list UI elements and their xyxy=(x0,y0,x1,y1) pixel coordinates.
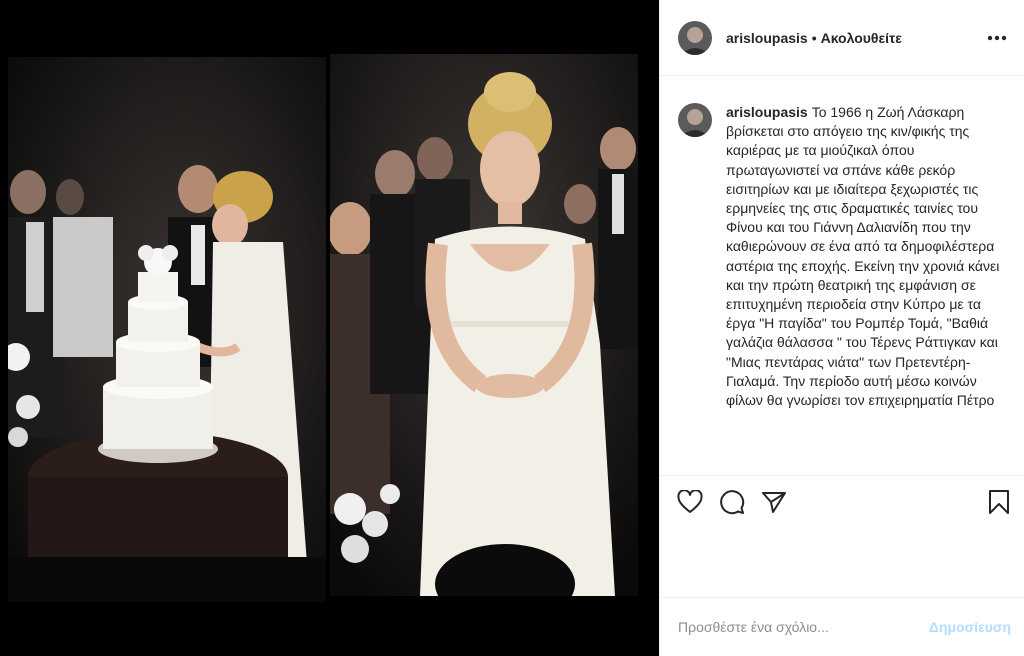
caption-area: arisloupasis Το 1966 η Ζωή Λάσκαρη βρίσκε… xyxy=(660,77,1024,475)
avatar[interactable] xyxy=(678,20,712,55)
bookmark-icon xyxy=(989,490,1009,514)
save-button[interactable] xyxy=(985,488,1013,516)
caption-body: Το 1966 η Ζωή Λάσκαρη βρίσκεται στο απόγ… xyxy=(726,104,1000,409)
photo-cake-cutting xyxy=(8,57,326,602)
avatar-image xyxy=(678,20,712,55)
header-username[interactable]: arisloupasis xyxy=(726,30,808,46)
instagram-post-view: arisloupasis • Ακολουθείτε arisloupasis … xyxy=(0,0,1024,656)
comment-input[interactable] xyxy=(678,619,921,635)
comment-button[interactable] xyxy=(718,488,746,516)
caption-username[interactable]: arisloupasis xyxy=(726,104,808,120)
heart-icon xyxy=(677,490,703,513)
action-bar xyxy=(660,475,1024,597)
header-separator: • xyxy=(811,29,817,46)
more-options-button[interactable] xyxy=(985,26,1009,50)
post-media[interactable] xyxy=(0,0,659,656)
comment-composer: Δημοσίευση xyxy=(660,597,1024,656)
more-horizontal-icon xyxy=(987,35,1007,41)
following-button[interactable]: Ακολουθείτε xyxy=(821,30,902,46)
caption-avatar[interactable] xyxy=(678,103,712,137)
like-button[interactable] xyxy=(676,488,704,516)
post-comment-button[interactable]: Δημοσίευση xyxy=(929,619,1011,635)
post-side-panel: arisloupasis • Ακολουθείτε arisloupasis … xyxy=(659,0,1024,656)
share-button[interactable] xyxy=(760,488,788,516)
photo-bride-portrait xyxy=(330,54,638,596)
avatar-image xyxy=(678,103,712,137)
caption-text: arisloupasis Το 1966 η Ζωή Λάσκαρη βρίσκε… xyxy=(726,103,1008,475)
share-icon xyxy=(762,492,786,513)
post-header: arisloupasis • Ακολουθείτε xyxy=(660,0,1024,76)
comment-icon xyxy=(720,490,745,515)
